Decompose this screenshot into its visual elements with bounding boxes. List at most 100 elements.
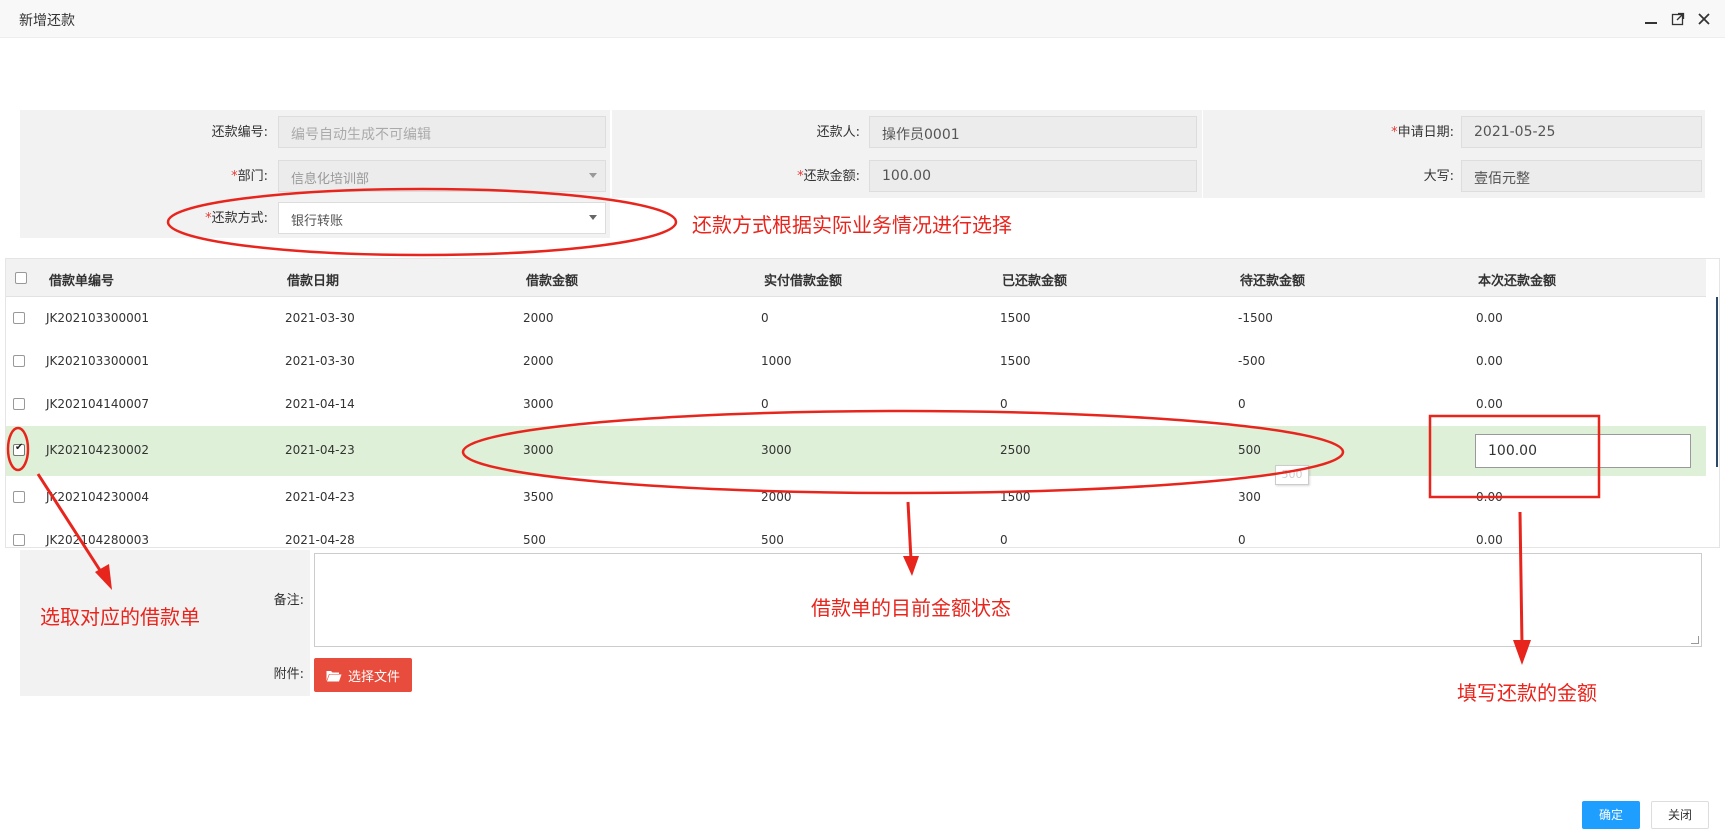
col-loan-date: 借款日期 xyxy=(287,274,340,289)
department-label-text: 部门: xyxy=(237,169,268,184)
cell-paid-amount: 3000 xyxy=(761,443,792,457)
department-select: 信息化培训部 xyxy=(278,160,606,192)
table-row[interactable]: JK202103300001 2021-03-30 2000 1000 1500… xyxy=(6,340,1706,383)
chevron-down-icon xyxy=(589,215,597,220)
col-paid-amount: 实付借款金额 xyxy=(764,274,843,289)
cell-this-repay[interactable]: 0.00 xyxy=(1476,354,1503,368)
cell-pending-amount: -500 xyxy=(1238,354,1266,368)
folder-open-icon xyxy=(326,670,342,681)
cell-this-repay[interactable]: 0.00 xyxy=(1476,490,1503,504)
table-row[interactable]: JK202104140007 2021-04-14 3000 0 0 0 0.0… xyxy=(6,383,1706,426)
apply-date-label: *申请日期: xyxy=(1366,121,1454,140)
table-row-selected[interactable]: JK202104230002 2021-04-23 3000 3000 2500… xyxy=(6,426,1706,476)
cell-loan-amount: 2000 xyxy=(523,354,554,368)
table-row[interactable]: JK202104230004 2021-04-23 3500 2000 1500… xyxy=(6,476,1706,519)
cell-this-repay[interactable]: 0.00 xyxy=(1476,397,1503,411)
repay-amount-field: 100.00 xyxy=(869,160,1197,192)
cell-loan-no: JK202103300001 xyxy=(46,311,150,325)
cell-repaid-amount: 0 xyxy=(1000,533,1008,547)
row-checkbox[interactable] xyxy=(13,534,25,546)
table-header: 借款单编号 借款日期 借款金额 实付借款金额 已还款金额 待还款金额 本次还款金… xyxy=(6,259,1706,297)
uppercase-field: 壹佰元整 xyxy=(1461,160,1702,192)
loan-table: 借款单编号 借款日期 借款金额 实付借款金额 已还款金额 待还款金额 本次还款金… xyxy=(5,258,1720,548)
cell-this-repay[interactable]: 0.00 xyxy=(1476,311,1503,325)
cell-loan-date: 2021-04-23 xyxy=(285,490,355,504)
table-scrollbar[interactable] xyxy=(1716,297,1719,547)
cell-pending-amount: 0 xyxy=(1238,397,1246,411)
scrollbar-thumb[interactable] xyxy=(1716,297,1718,467)
col-pending-amount: 待还款金额 xyxy=(1240,274,1306,289)
remarks-label: 备注: xyxy=(273,593,304,608)
cell-loan-date: 2021-04-14 xyxy=(285,397,355,411)
annotation-select-note: 选取对应的借款单 xyxy=(40,605,200,629)
annotation-method-note: 还款方式根据实际业务情况进行选择 xyxy=(692,213,1012,237)
cell-repaid-amount: 1500 xyxy=(1000,490,1031,504)
department-value: 信息化培训部 xyxy=(291,172,370,187)
cell-loan-amount: 3000 xyxy=(523,397,554,411)
table-row[interactable]: JK202103300001 2021-03-30 2000 0 1500 -1… xyxy=(6,297,1706,340)
cell-loan-amount: 3000 xyxy=(523,443,554,457)
cell-tooltip: 500 xyxy=(1275,465,1309,485)
repay-amount-label: *还款金额: xyxy=(780,165,860,184)
cell-paid-amount: 0 xyxy=(761,311,769,325)
cell-loan-no: JK202104230004 xyxy=(46,490,150,504)
cell-loan-amount: 2000 xyxy=(523,311,554,325)
minimize-icon[interactable] xyxy=(1641,9,1661,29)
repay-no-field: 编号自动生成不可编辑 xyxy=(278,116,606,148)
dialog-title: 新增还款 xyxy=(19,13,75,29)
cell-repaid-amount: 2500 xyxy=(1000,443,1031,457)
cell-loan-amount: 3500 xyxy=(523,490,554,504)
add-repayment-dialog: 新增还款 还款编号: 编号自动生成不可编辑 还款人: 操作员0001 *申请日期… xyxy=(0,0,1725,839)
row-checkbox[interactable] xyxy=(13,398,25,410)
maximize-icon[interactable] xyxy=(1668,9,1688,29)
cell-repaid-amount: 1500 xyxy=(1000,354,1031,368)
confirm-button[interactable]: 确定 xyxy=(1582,801,1640,829)
department-label: *部门: xyxy=(190,165,268,184)
cell-repaid-amount: 1500 xyxy=(1000,311,1031,325)
dialog-titlebar: 新增还款 xyxy=(0,0,1725,38)
cell-pending-amount: 0 xyxy=(1238,533,1246,547)
repayer-label: 还款人: xyxy=(816,125,860,140)
annotation-status-note: 借款单的目前金额状态 xyxy=(811,596,1011,620)
col-repaid-amount: 已还款金额 xyxy=(1002,274,1068,289)
resize-grip-icon[interactable] xyxy=(1691,636,1699,644)
choose-file-button[interactable]: 选择文件 xyxy=(314,658,413,692)
repay-method-value: 银行转账 xyxy=(291,214,344,229)
table-row[interactable]: JK202104280003 2021-04-28 500 500 0 0 0.… xyxy=(6,519,1706,547)
cell-pending-amount: -1500 xyxy=(1238,311,1273,325)
row-checkbox[interactable] xyxy=(13,312,25,324)
col-this-repay: 本次还款金额 xyxy=(1478,274,1557,289)
repay-no-label: 还款编号: xyxy=(211,125,268,140)
cell-loan-no: JK202104230002 xyxy=(46,443,150,457)
col-loan-no: 借款单编号 xyxy=(49,274,115,289)
cell-this-repay[interactable]: 0.00 xyxy=(1476,533,1503,547)
cell-loan-date: 2021-03-30 xyxy=(285,311,355,325)
apply-date-field[interactable]: 2021-05-25 xyxy=(1461,116,1702,148)
row-checkbox[interactable] xyxy=(13,355,25,367)
cell-pending-amount: 300 xyxy=(1238,490,1261,504)
cell-loan-no: JK202104280003 xyxy=(46,533,150,547)
row-checkbox-checked[interactable] xyxy=(13,442,25,456)
select-all-checkbox[interactable] xyxy=(15,272,27,284)
cell-loan-date: 2021-04-23 xyxy=(285,443,355,457)
repay-method-select[interactable]: 银行转账 xyxy=(278,202,606,234)
cell-loan-date: 2021-04-28 xyxy=(285,533,355,547)
cell-paid-amount: 0 xyxy=(761,397,769,411)
cell-repaid-amount: 0 xyxy=(1000,397,1008,411)
attachment-label: 附件: xyxy=(273,667,304,682)
uppercase-label: 大写: xyxy=(1423,169,1454,184)
repayer-field: 操作员0001 xyxy=(869,116,1197,148)
apply-date-label-text: 申请日期: xyxy=(1397,125,1454,140)
close-icon[interactable] xyxy=(1694,9,1714,29)
cell-loan-no: JK202104140007 xyxy=(46,397,150,411)
cell-paid-amount: 1000 xyxy=(761,354,792,368)
row-checkbox[interactable] xyxy=(13,491,25,503)
repay-method-label: *还款方式: xyxy=(190,207,268,226)
repay-method-label-text: 还款方式: xyxy=(211,211,268,226)
annotation-fill-note: 填写还款的金额 xyxy=(1457,681,1597,705)
choose-file-label: 选择文件 xyxy=(348,669,401,685)
close-button[interactable]: 关闭 xyxy=(1651,801,1709,829)
this-repay-amount-input[interactable]: 100.00 xyxy=(1475,434,1691,468)
cell-pending-amount: 500 xyxy=(1238,443,1261,457)
cell-paid-amount: 2000 xyxy=(761,490,792,504)
